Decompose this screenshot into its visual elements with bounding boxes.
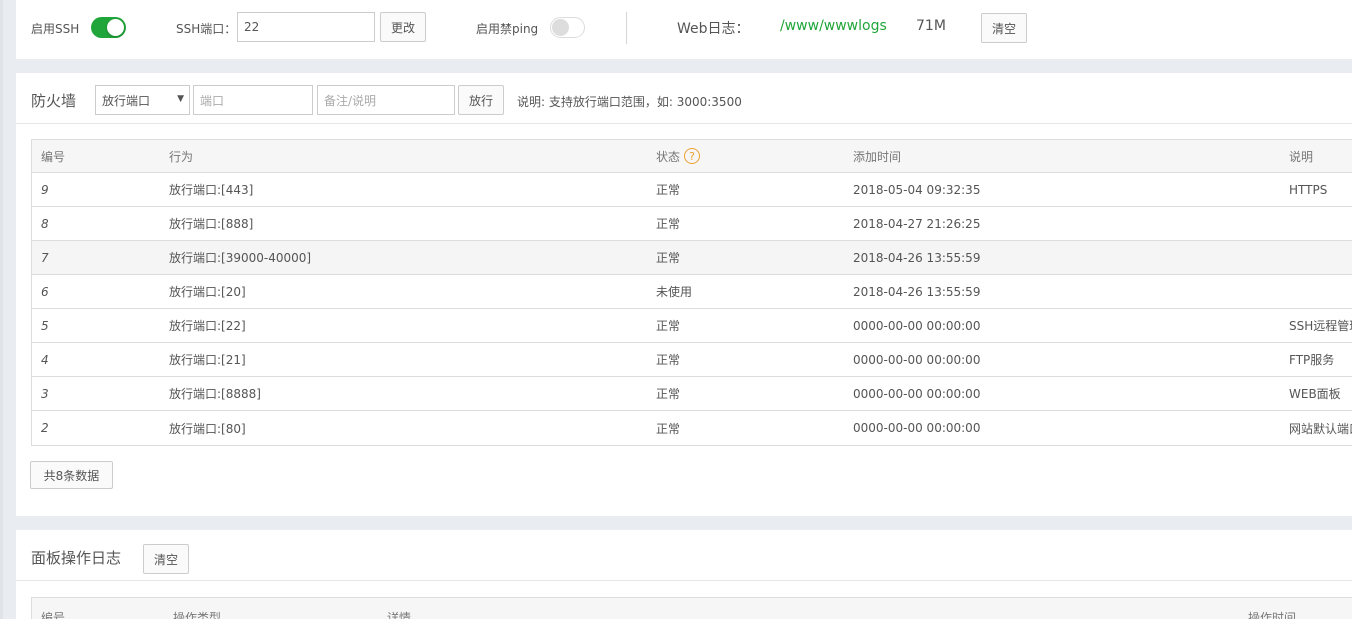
row-time: 2018-04-26 13:55:59 xyxy=(853,284,981,299)
row-status: 正常 xyxy=(656,319,681,333)
action-select[interactable]: 放行端口 ▼ xyxy=(95,85,190,115)
row-note: SSH远程管理 xyxy=(1289,319,1352,333)
table-row[interactable]: 8 放行端口:[888] 正常 2018-04-27 21:26:25 xyxy=(32,207,1352,241)
firewall-panel: 防火墙 放行端口 ▼ 端口 备注/说明 放行 说明: 支持放行端口范围，如: 3… xyxy=(16,73,1352,516)
col-detail-header: 详情 xyxy=(387,610,412,619)
row-status: 正常 xyxy=(656,387,681,401)
row-time: 2018-04-26 13:55:59 xyxy=(853,250,981,265)
row-note xyxy=(1289,207,1352,240)
row-note: HTTPS xyxy=(1289,182,1328,197)
row-id: 5 xyxy=(41,318,49,333)
row-action: 放行端口:[22] xyxy=(169,319,246,333)
ssh-toggle[interactable] xyxy=(91,17,126,38)
row-time: 2018-05-04 09:32:35 xyxy=(853,182,981,197)
caret-down-icon: ▼ xyxy=(177,94,184,104)
divider xyxy=(16,580,1352,581)
col-status-header: 状态 ? xyxy=(656,140,836,172)
row-time: 2018-04-27 21:26:25 xyxy=(853,216,981,231)
table-row[interactable]: 3 放行端口:[8888] 正常 0000-00-00 00:00:00 WEB… xyxy=(32,377,1352,411)
table-header: 编号 行为 状态 ? 添加时间 说明 xyxy=(32,140,1352,173)
panel-log-title: 面板操作日志 xyxy=(31,549,122,567)
ping-toggle[interactable] xyxy=(550,17,585,38)
row-note: 网站默认端口 xyxy=(1289,421,1352,436)
log-table-header: 编号 操作类型 详情 操作时间 xyxy=(31,597,1352,619)
row-time: 0000-00-00 00:00:00 xyxy=(853,386,981,401)
ping-toggle-label: 启用禁ping xyxy=(476,22,539,36)
row-status: 正常 xyxy=(656,183,681,197)
web-log-path-link[interactable]: /www/wwwlogs xyxy=(780,18,887,34)
web-log-label: Web日志： xyxy=(677,21,750,37)
table-row[interactable]: 5 放行端口:[22] 正常 0000-00-00 00:00:00 SSH远程… xyxy=(32,309,1352,343)
row-id: 8 xyxy=(41,216,49,231)
row-id: 6 xyxy=(41,284,49,299)
ssh-toggle-label: 启用SSH xyxy=(31,22,80,36)
col-type-header: 操作类型 xyxy=(173,610,222,619)
divider xyxy=(626,12,627,44)
row-action: 放行端口:[20] xyxy=(169,285,246,299)
table-row[interactable]: 2 放行端口:[80] 正常 0000-00-00 00:00:00 网站默认端… xyxy=(32,411,1352,445)
firewall-table: 编号 行为 状态 ? 添加时间 说明 9 放行端口:[443] 正常 2018-… xyxy=(31,139,1352,446)
row-note xyxy=(1289,275,1352,308)
table-row[interactable]: 7 放行端口:[39000-40000] 正常 2018-04-26 13:55… xyxy=(32,241,1352,275)
row-id: 7 xyxy=(41,250,49,265)
toggle-knob xyxy=(552,19,569,36)
row-time: 0000-00-00 00:00:00 xyxy=(853,421,981,435)
row-status: 正常 xyxy=(656,353,681,367)
row-id: 3 xyxy=(41,386,49,401)
col-id-header: 编号 xyxy=(41,149,66,164)
col-note-header: 说明 xyxy=(1289,149,1314,164)
ssh-settings-panel: 启用SSH SSH端口： 22 更改 启用禁ping Web日志： /www/w… xyxy=(16,0,1352,59)
firewall-title: 防火墙 xyxy=(31,92,77,110)
table-row[interactable]: 4 放行端口:[21] 正常 0000-00-00 00:00:00 FTP服务 xyxy=(32,343,1352,377)
toggle-knob xyxy=(107,19,124,36)
ssh-port-input[interactable]: 22 xyxy=(237,12,375,42)
row-note: WEB面板 xyxy=(1289,387,1341,401)
table-row[interactable]: 9 放行端口:[443] 正常 2018-05-04 09:32:35 HTTP… xyxy=(32,173,1352,207)
allow-port-button[interactable]: 放行 xyxy=(458,85,504,115)
col-action-header: 行为 xyxy=(169,149,194,164)
row-status: 正常 xyxy=(656,251,681,265)
row-action: 放行端口:[443] xyxy=(169,183,254,197)
row-time: 0000-00-00 00:00:00 xyxy=(853,352,981,367)
ssh-port-label: SSH端口： xyxy=(176,22,237,36)
panel-log-panel: 面板操作日志 清空 编号 操作类型 详情 操作时间 xyxy=(16,530,1352,619)
total-count-badge: 共8条数据 xyxy=(30,461,113,489)
row-note: FTP服务 xyxy=(1289,353,1335,367)
col-time-header: 操作时间 xyxy=(1248,610,1297,619)
note-input[interactable]: 备注/说明 xyxy=(317,85,455,115)
row-time: 0000-00-00 00:00:00 xyxy=(853,318,981,333)
row-note xyxy=(1289,241,1352,274)
row-status: 未使用 xyxy=(656,285,693,299)
row-action: 放行端口:[21] xyxy=(169,353,246,367)
clear-web-log-button[interactable]: 清空 xyxy=(981,13,1027,43)
action-select-value: 放行端口 xyxy=(102,93,151,108)
change-port-button[interactable]: 更改 xyxy=(380,12,426,42)
divider xyxy=(16,123,1352,124)
row-action: 放行端口:[888] xyxy=(169,217,254,231)
web-log-size: 71M xyxy=(916,18,946,34)
firewall-hint: 说明: 支持放行端口范围，如: 3000:3500 xyxy=(517,95,742,109)
col-id-header: 编号 xyxy=(41,610,66,619)
row-status: 正常 xyxy=(656,421,681,436)
row-id: 2 xyxy=(41,421,49,435)
help-icon[interactable]: ? xyxy=(684,148,701,164)
row-action: 放行端口:[39000-40000] xyxy=(169,251,312,265)
port-input[interactable]: 端口 xyxy=(193,85,313,115)
clear-log-button[interactable]: 清空 xyxy=(143,544,189,574)
row-action: 放行端口:[8888] xyxy=(169,387,261,401)
row-id: 4 xyxy=(41,352,49,367)
row-action: 放行端口:[80] xyxy=(169,421,246,436)
row-status: 正常 xyxy=(656,217,681,231)
col-status-label: 状态 xyxy=(656,149,681,164)
table-row[interactable]: 6 放行端口:[20] 未使用 2018-04-26 13:55:59 xyxy=(32,275,1352,309)
row-id: 9 xyxy=(41,182,49,197)
left-edge xyxy=(0,0,3,619)
col-time-header: 添加时间 xyxy=(853,149,902,164)
